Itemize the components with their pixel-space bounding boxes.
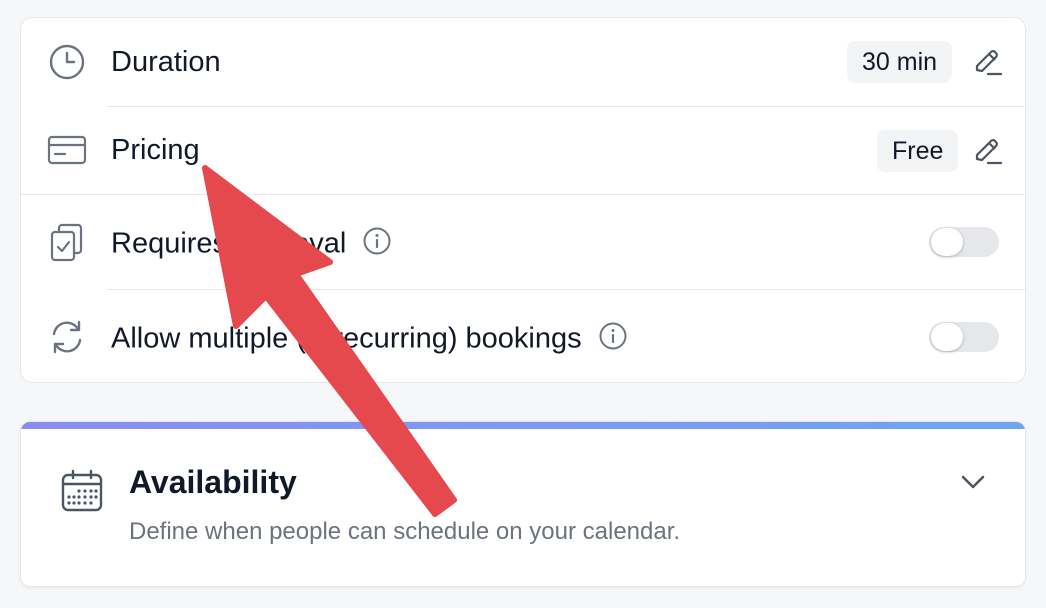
availability-card[interactable]: Availability Define when people can sche… [20, 421, 1026, 587]
allow-multiple-toggle[interactable] [929, 322, 999, 352]
clipboard-check-icon [47, 222, 87, 262]
duration-row: Duration 30 min [21, 18, 1025, 106]
allow-multiple-label-wrap: Allow multiple (& recurring) bookings [111, 321, 628, 359]
requires-approval-label-wrap: Requires approval [111, 226, 392, 264]
info-icon[interactable] [362, 226, 392, 264]
toggle-knob [931, 228, 963, 256]
pencil-icon[interactable] [971, 135, 1003, 167]
requires-approval-row: Requires approval [21, 195, 1025, 289]
requires-approval-label: Requires approval [111, 227, 347, 260]
event-settings-card: Duration 30 min Pricing Free Requires ap… [20, 17, 1026, 383]
credit-card-icon [47, 130, 87, 170]
availability-description: Define when people can schedule on your … [129, 518, 681, 545]
duration-value-badge: 30 min [847, 41, 953, 83]
requires-approval-toggle[interactable] [929, 227, 999, 257]
allow-multiple-row: Allow multiple (& recurring) bookings [21, 290, 1025, 382]
allow-multiple-label: Allow multiple (& recurring) bookings [111, 322, 582, 355]
toggle-knob [931, 323, 963, 351]
pricing-value-badge: Free [877, 130, 959, 172]
availability-title: Availability [129, 464, 297, 500]
clock-icon [47, 42, 87, 82]
info-icon[interactable] [598, 321, 628, 359]
chevron-down-icon[interactable] [957, 466, 989, 503]
pencil-icon[interactable] [971, 46, 1003, 78]
pricing-row: Pricing Free [21, 107, 1025, 195]
duration-label: Duration [111, 46, 221, 78]
pricing-label: Pricing [111, 134, 200, 166]
refresh-icon [47, 317, 87, 357]
availability-accent-bar [21, 422, 1025, 429]
calendar-icon [59, 468, 105, 519]
